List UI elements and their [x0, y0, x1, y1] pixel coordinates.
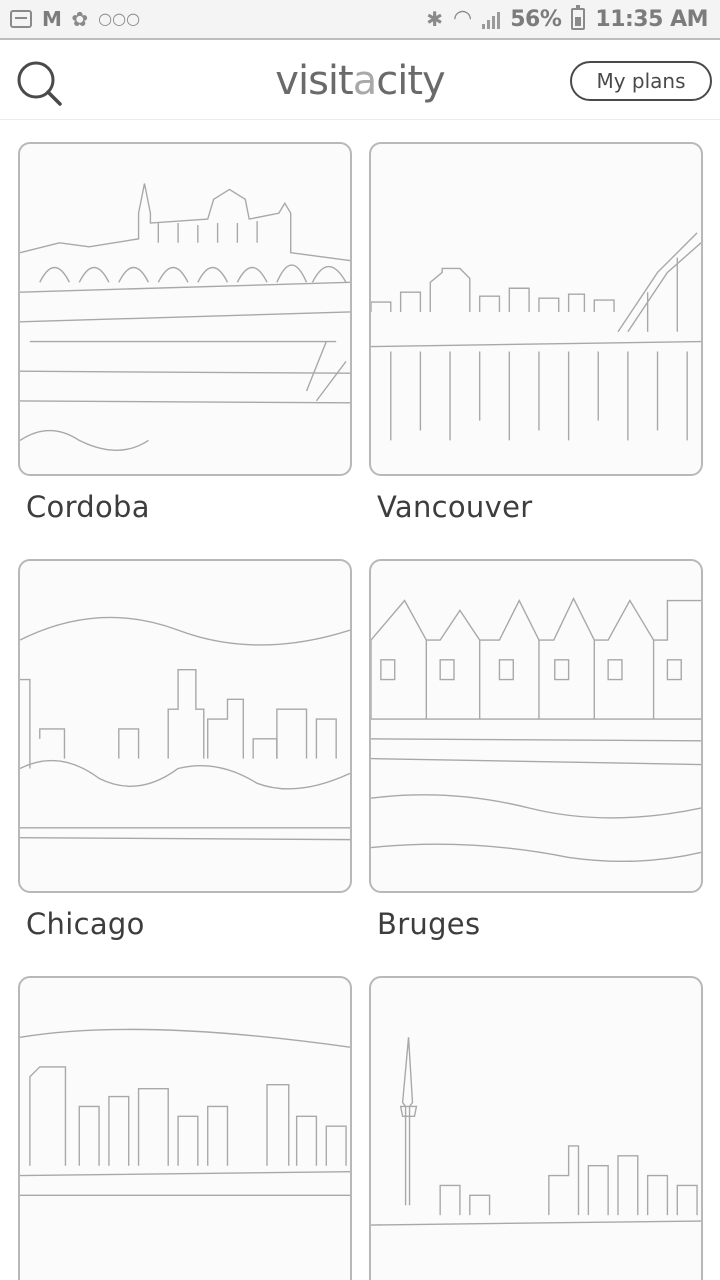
city-card-bruges[interactable]: Bruges: [369, 559, 703, 941]
city-name-cordoba: Cordoba: [26, 490, 150, 524]
city-name-vancouver: Vancouver: [377, 490, 533, 524]
city-image-vancouver: [369, 142, 703, 476]
city-name-bruges: Bruges: [377, 907, 481, 941]
city-image-chicago: [18, 559, 352, 893]
status-bar: M ✿ ○○○ ✱ ◠ 56% 11:35 AM: [0, 0, 720, 40]
battery-percent: 56%: [510, 6, 562, 32]
city-image-6: [369, 976, 703, 1280]
more-icon: ○○○: [98, 9, 141, 28]
battery-icon: [571, 5, 586, 30]
city-image-cordoba: [18, 142, 352, 476]
flower-icon: ✿: [71, 7, 89, 31]
city-card-5[interactable]: [18, 976, 352, 1280]
city-image-5: [18, 976, 352, 1280]
gallery-icon: [10, 10, 32, 28]
logo-part-end: city: [376, 58, 445, 104]
city-card-cordoba[interactable]: Cordoba: [18, 142, 352, 524]
signal-icon: [482, 9, 501, 29]
gmail-icon: M: [42, 7, 62, 31]
logo-part-start: visit: [275, 58, 353, 104]
my-plans-button[interactable]: My plans: [570, 61, 712, 101]
city-image-bruges: [369, 559, 703, 893]
city-card-vancouver[interactable]: Vancouver: [369, 142, 703, 524]
logo-part-accent: a: [352, 58, 377, 104]
status-left: M ✿ ○○○: [10, 7, 140, 31]
city-card-chicago[interactable]: Chicago: [18, 559, 352, 941]
city-name-chicago: Chicago: [26, 907, 145, 941]
bluetooth-icon: ✱: [426, 7, 444, 31]
wifi-icon: ◠: [453, 6, 473, 31]
city-card-6[interactable]: [369, 976, 703, 1280]
status-right: ✱ ◠ 56% 11:35 AM: [426, 5, 708, 32]
status-time: 11:35 AM: [595, 6, 708, 32]
app-header: visitacity My plans: [0, 42, 720, 120]
